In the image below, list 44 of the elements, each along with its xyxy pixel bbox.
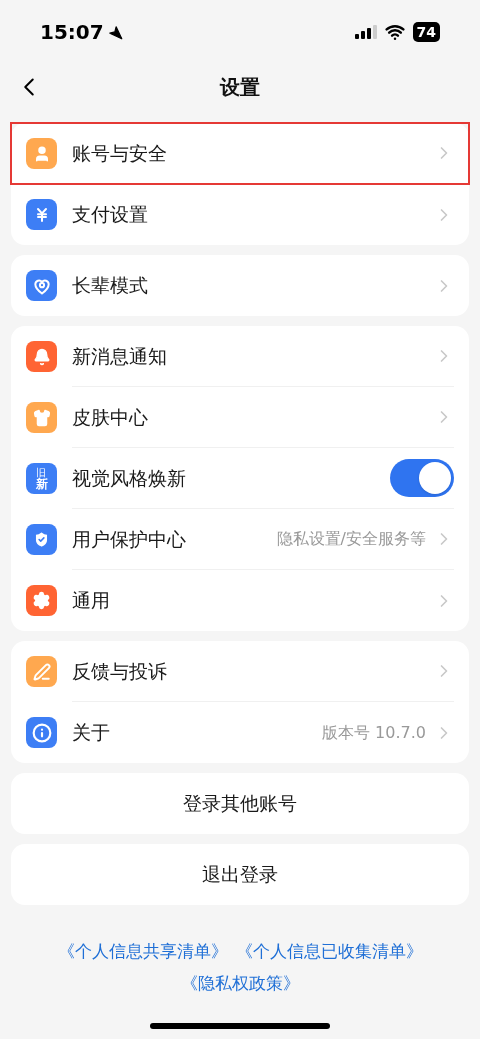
info-icon (26, 717, 57, 748)
row-detail: 版本号 10.7.0 (322, 721, 426, 744)
old-new-icon: 旧 新 (26, 463, 57, 494)
settings-row[interactable]: 通用 (11, 570, 469, 631)
page-title: 设置 (220, 74, 260, 101)
signal-icon (354, 25, 377, 39)
battery-indicator: 74 (412, 22, 440, 42)
status-time: 15:07 (40, 19, 104, 46)
row-label: 通用 (72, 588, 111, 614)
settings-row[interactable]: 新消息通知 (11, 326, 469, 387)
pen-icon (26, 656, 57, 687)
shirt-icon (26, 402, 57, 433)
person-icon (26, 138, 57, 169)
settings-row[interactable]: 反馈与投诉 (11, 641, 469, 702)
account-button[interactable]: 登录其他账号 (11, 773, 469, 834)
settings-row[interactable]: 支付设置 (11, 184, 469, 245)
settings-row[interactable]: 长辈模式 (11, 255, 469, 316)
shield-icon (26, 524, 57, 555)
settings-row[interactable]: 皮肤中心 (11, 387, 469, 448)
row-label: 支付设置 (72, 202, 149, 228)
wifi-icon (384, 22, 405, 42)
row-label: 关于 (72, 720, 111, 746)
settings-row[interactable]: 旧 新 视觉风格焕新 (11, 448, 469, 509)
row-label: 用户保护中心 (72, 526, 187, 552)
account-button[interactable]: 退出登录 (11, 844, 469, 905)
toggle-switch[interactable] (390, 459, 454, 497)
policy-link[interactable]: 《个人信息已收集清单》 (235, 939, 423, 965)
settings-row[interactable]: 账号与安全 (11, 123, 469, 184)
heart-icon (26, 270, 57, 301)
row-detail: 隐私设置/安全服务等 (276, 528, 426, 550)
gear-icon (26, 585, 57, 616)
row-label: 反馈与投诉 (72, 658, 168, 684)
yen-icon (26, 199, 57, 230)
row-label: 账号与安全 (72, 140, 168, 166)
row-label: 新消息通知 (72, 343, 168, 369)
bell-icon (26, 341, 57, 372)
location-icon (107, 24, 123, 40)
row-label: 视觉风格焕新 (72, 465, 187, 491)
settings-row[interactable]: 用户保护中心 隐私设置/安全服务等 (11, 509, 469, 570)
policy-link[interactable]: 《隐私权政策》 (180, 970, 300, 996)
row-label: 皮肤中心 (72, 404, 149, 430)
settings-row[interactable]: 关于 版本号 10.7.0 (11, 702, 469, 763)
policy-link[interactable]: 《个人信息共享清单》 (57, 939, 228, 965)
row-label: 长辈模式 (72, 273, 149, 299)
